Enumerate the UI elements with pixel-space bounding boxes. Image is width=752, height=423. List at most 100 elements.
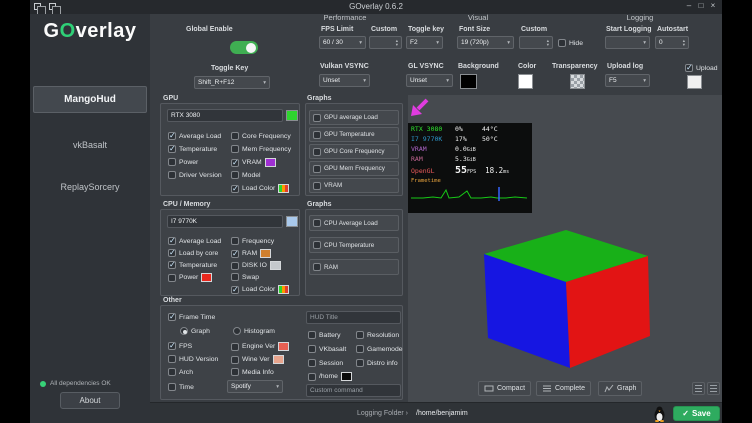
graph-ram[interactable]: RAM	[309, 259, 399, 275]
spinner-icon[interactable]: ▴▾	[547, 39, 549, 47]
graph-radio[interactable]: Graph	[180, 327, 210, 335]
wine-ver-checkbox[interactable]: Wine Ver	[231, 355, 284, 364]
histogram-radio[interactable]: Histogram	[233, 327, 275, 335]
graph-cpu-average-load[interactable]: CPU Average Load	[309, 215, 399, 231]
fps-custom-spinbox[interactable]: ▴▾	[369, 36, 402, 49]
cpu-average-load-checkbox[interactable]: Average Load	[168, 237, 221, 245]
graph-preset-button[interactable]: Graph	[598, 381, 642, 396]
cpu-name-input[interactable]	[167, 215, 283, 228]
preview-option-button-1[interactable]	[692, 382, 705, 395]
save-button[interactable]: ✓Save	[673, 406, 720, 421]
about-button[interactable]: About	[60, 392, 120, 409]
engine-color-swatch[interactable]	[278, 342, 289, 351]
gpu-model-checkbox[interactable]: Model	[231, 171, 261, 179]
spin-down-icon[interactable]: ▾	[396, 43, 398, 47]
complete-preset-button[interactable]: Complete	[536, 381, 591, 396]
sidebar-item-mangohud[interactable]: MangoHud	[33, 86, 147, 113]
gpu-core-frequency-checkbox[interactable]: Core Frequency	[231, 132, 291, 140]
gpu-power-checkbox[interactable]: Power	[168, 158, 198, 166]
media-source-select[interactable]: Spotify▾	[227, 380, 283, 393]
fps-limit-select[interactable]: 60 / 30▾	[319, 36, 366, 49]
cpu-load-color-checkbox[interactable]: Load Color	[231, 285, 289, 294]
hide-checkbox[interactable]: Hide	[558, 39, 583, 47]
autostart-spinbox[interactable]: 0▴▾	[655, 36, 689, 49]
gpu-name-input[interactable]	[167, 109, 283, 122]
gpu-temperature-checkbox[interactable]: Temperature	[168, 145, 217, 153]
gpu-color-swatch[interactable]	[286, 110, 298, 121]
logo-rest: verlay	[76, 20, 137, 42]
graph-cpu-temperature[interactable]: CPU Temperature	[309, 237, 399, 253]
spinner-icon[interactable]: ▴▾	[396, 39, 398, 47]
media-info-checkbox[interactable]: Media Info	[231, 368, 274, 376]
graph-gpu-vram[interactable]: VRAM	[309, 178, 399, 193]
session-checkbox[interactable]: Session	[308, 359, 343, 367]
cpu-color-swatch[interactable]	[286, 216, 298, 227]
spin-down-icon[interactable]: ▾	[683, 43, 685, 47]
ram-checkbox[interactable]: RAM	[231, 249, 271, 258]
resolution-checkbox[interactable]: Resolution	[356, 331, 399, 339]
logging-folder-path[interactable]: /home/benjamim	[416, 410, 468, 417]
vulkan-vsync-select[interactable]: Unset▾	[319, 74, 370, 87]
font-size-select[interactable]: 19 (720p)▾	[457, 36, 514, 49]
disk-io-checkbox[interactable]: DISK IO	[231, 261, 281, 270]
global-enable-toggle[interactable]	[230, 41, 258, 54]
sidebar-item-vkbasalt[interactable]: vkBasalt	[30, 140, 150, 150]
frame-time-checkbox[interactable]: Frame Time	[168, 313, 215, 321]
gpu-mem-frequency-checkbox[interactable]: Mem Frequency	[231, 145, 291, 153]
battery-checkbox[interactable]: Battery	[308, 331, 341, 339]
graph-gpu-average-load[interactable]: GPU average Load	[309, 110, 399, 125]
gpu-average-load-checkbox[interactable]: Average Load	[168, 132, 221, 140]
home-checkbox[interactable]: /home	[308, 372, 352, 381]
toggle-key-select[interactable]: Shift_R+F12▾	[194, 76, 270, 89]
fps-checkbox[interactable]: FPS	[168, 342, 192, 350]
perf-toggle-key-select[interactable]: F2▾	[406, 36, 443, 49]
sidebar: GOverlay MangoHud vkBasalt ReplaySorcery…	[30, 14, 150, 423]
disk-io-color-swatch[interactable]	[270, 261, 281, 270]
upload-swatch[interactable]	[687, 75, 702, 89]
load-color-swatch[interactable]	[278, 184, 289, 193]
maximize-icon[interactable]: □	[696, 1, 706, 10]
engine-ver-checkbox[interactable]: Engine Ver	[231, 342, 289, 351]
minimize-icon[interactable]: –	[684, 1, 694, 10]
background-color-swatch[interactable]	[460, 74, 477, 89]
arch-checkbox[interactable]: Arch	[168, 368, 193, 376]
text-color-swatch[interactable]	[518, 74, 533, 89]
distro-info-checkbox[interactable]: Distro info	[356, 359, 398, 367]
vkbasalt-checkbox[interactable]: VKbasalt	[308, 345, 346, 353]
wine-color-swatch[interactable]	[273, 355, 284, 364]
swap-checkbox[interactable]: Swap	[231, 273, 259, 281]
close-icon[interactable]: ×	[708, 1, 718, 10]
gl-vsync-select[interactable]: Unset▾	[406, 74, 453, 87]
spin-down-icon[interactable]: ▾	[547, 43, 549, 47]
ram-color-swatch[interactable]	[260, 249, 271, 258]
custom-command-input[interactable]	[306, 384, 401, 397]
preview-option-button-2[interactable]	[707, 382, 720, 395]
cpu-load-by-core-checkbox[interactable]: Load by core	[168, 249, 218, 257]
start-logging-select[interactable]: ▾	[605, 36, 650, 49]
gpu-vram-checkbox[interactable]: VRAM	[231, 158, 276, 167]
load-color-swatch[interactable]	[278, 285, 289, 294]
upload-log-select[interactable]: F5▾	[605, 74, 650, 87]
graph-gpu-temperature[interactable]: GPU Temperature	[309, 127, 399, 142]
cpu-frequency-checkbox[interactable]: Frequency	[231, 237, 274, 245]
hud-version-checkbox[interactable]: HUD Version	[168, 355, 218, 363]
power-color-swatch[interactable]	[201, 273, 212, 282]
vram-color-swatch[interactable]	[265, 158, 276, 167]
graph-gpu-mem-frequency[interactable]: GPU Mem Frequency	[309, 161, 399, 176]
graph-gpu-core-frequency[interactable]: GPU Core Frequency	[309, 144, 399, 159]
sidebar-item-replaysorcery[interactable]: ReplaySorcery	[30, 182, 150, 192]
upload-checkbox[interactable]: Upload	[685, 64, 718, 72]
transparency-icon[interactable]	[570, 74, 585, 89]
font-custom-spinbox[interactable]: ▴▾	[519, 36, 553, 49]
cpu-temperature-checkbox[interactable]: Temperature	[168, 261, 217, 269]
hud-title-input[interactable]	[306, 311, 401, 324]
compact-preset-button[interactable]: Compact	[478, 381, 531, 396]
spinner-icon[interactable]: ▴▾	[683, 39, 685, 47]
hud-position-arrow-icon[interactable]	[410, 97, 430, 117]
gpu-load-color-checkbox[interactable]: Load Color	[231, 184, 289, 193]
cpu-power-checkbox[interactable]: Power	[168, 273, 212, 282]
time-checkbox[interactable]: Time	[168, 383, 194, 391]
gamemode-checkbox[interactable]: Gamemode	[356, 345, 403, 353]
gpu-driver-version-checkbox[interactable]: Driver Version	[168, 171, 222, 179]
home-color-swatch[interactable]	[341, 372, 352, 381]
